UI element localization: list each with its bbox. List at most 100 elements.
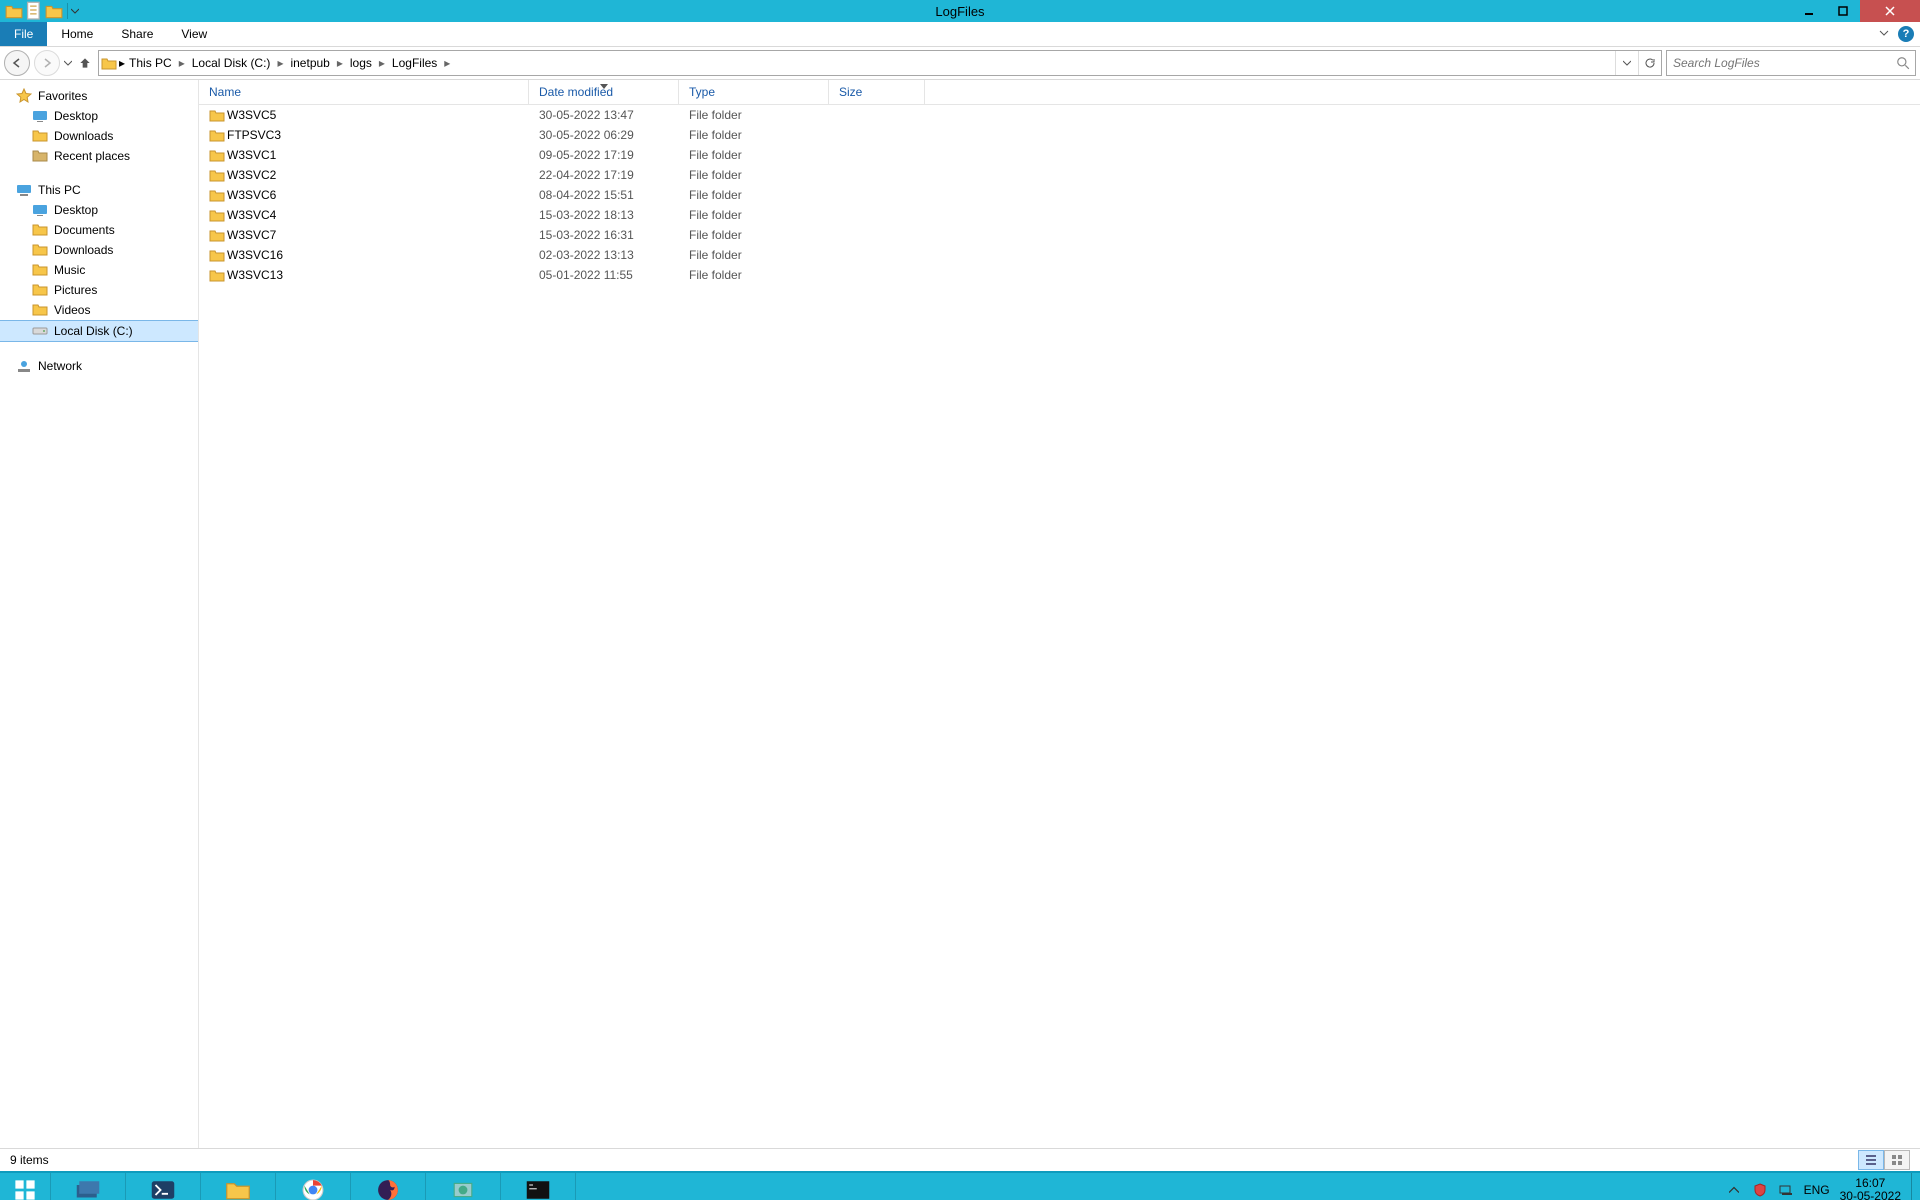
- tray-security-icon[interactable]: [1752, 1182, 1768, 1198]
- tree-label: Local Disk (C:): [54, 324, 133, 338]
- file-tab[interactable]: File: [0, 22, 47, 46]
- tree-item-desktop[interactable]: Desktop: [0, 200, 198, 220]
- file-row[interactable]: FTPSVC330-05-2022 06:29File folder: [199, 125, 1920, 145]
- column-date-modified[interactable]: Date modified: [529, 80, 679, 104]
- folder-icon: [32, 262, 48, 278]
- tree-label: Videos: [54, 303, 90, 317]
- star-icon: [16, 88, 32, 104]
- column-headers: Name Date modified Type Size: [199, 80, 1920, 105]
- file-row[interactable]: W3SVC1602-03-2022 13:13File folder: [199, 245, 1920, 265]
- start-button[interactable]: [0, 1173, 51, 1200]
- file-type: File folder: [689, 268, 839, 282]
- minimize-button[interactable]: [1792, 0, 1826, 22]
- maximize-button[interactable]: [1826, 0, 1860, 22]
- tray-clock[interactable]: 16:07 30-05-2022: [1840, 1177, 1901, 1200]
- file-type: File folder: [689, 228, 839, 242]
- show-desktop-button[interactable]: [1911, 1173, 1920, 1200]
- file-row[interactable]: W3SVC608-04-2022 15:51File folder: [199, 185, 1920, 205]
- taskbar-cmd[interactable]: [501, 1173, 576, 1200]
- new-doc-icon[interactable]: [25, 2, 43, 20]
- search-box[interactable]: [1666, 50, 1916, 76]
- tree-item-downloads[interactable]: Downloads: [0, 240, 198, 260]
- column-size[interactable]: Size: [829, 80, 925, 104]
- tree-item-local-disk-c[interactable]: Local Disk (C:): [0, 320, 198, 342]
- folder-icon: [209, 148, 227, 162]
- address-history-icon[interactable]: [1615, 51, 1638, 75]
- column-name[interactable]: Name: [199, 80, 529, 104]
- chevron-right-icon[interactable]: ▸: [334, 56, 346, 70]
- chevron-right-icon[interactable]: ▸: [274, 56, 286, 70]
- file-type: File folder: [689, 248, 839, 262]
- tray-chevron-icon[interactable]: [1726, 1182, 1742, 1198]
- tree-item-videos[interactable]: Videos: [0, 300, 198, 320]
- search-icon[interactable]: [1891, 56, 1915, 70]
- taskbar-chrome[interactable]: [276, 1173, 351, 1200]
- column-type[interactable]: Type: [679, 80, 829, 104]
- file-row[interactable]: W3SVC109-05-2022 17:19File folder: [199, 145, 1920, 165]
- nav-bar: ▸ This PC▸ Local Disk (C:)▸ inetpub▸ log…: [0, 47, 1920, 80]
- taskbar-iis[interactable]: [426, 1173, 501, 1200]
- taskbar-server-manager[interactable]: [51, 1173, 126, 1200]
- file-name: W3SVC2: [227, 168, 539, 182]
- thumbnails-view-button[interactable]: [1884, 1150, 1910, 1170]
- tray-language[interactable]: ENG: [1804, 1183, 1830, 1197]
- ribbon: File Home Share View ?: [0, 22, 1920, 47]
- refresh-icon[interactable]: [1638, 51, 1661, 75]
- file-row[interactable]: W3SVC1305-01-2022 11:55File folder: [199, 265, 1920, 285]
- file-row[interactable]: W3SVC415-03-2022 18:13File folder: [199, 205, 1920, 225]
- folder-icon: [209, 228, 227, 242]
- tree-item-music[interactable]: Music: [0, 260, 198, 280]
- file-row[interactable]: W3SVC530-05-2022 13:47File folder: [199, 105, 1920, 125]
- file-name: FTPSVC3: [227, 128, 539, 142]
- file-row[interactable]: W3SVC222-04-2022 17:19File folder: [199, 165, 1920, 185]
- tray-network-icon[interactable]: [1778, 1182, 1794, 1198]
- tree-this-pc[interactable]: This PC: [0, 180, 198, 200]
- tree-item-desktop[interactable]: Desktop: [0, 106, 198, 126]
- breadcrumb-item[interactable]: This PC▸: [125, 51, 188, 75]
- folder-icon: [5, 2, 23, 20]
- back-button[interactable]: [4, 50, 30, 76]
- file-name: W3SVC13: [227, 268, 539, 282]
- view-tab[interactable]: View: [167, 22, 221, 46]
- taskbar-firefox[interactable]: [351, 1173, 426, 1200]
- file-row[interactable]: W3SVC715-03-2022 16:31File folder: [199, 225, 1920, 245]
- address-bar[interactable]: ▸ This PC▸ Local Disk (C:)▸ inetpub▸ log…: [98, 50, 1662, 76]
- tree-item-pictures[interactable]: Pictures: [0, 280, 198, 300]
- search-input[interactable]: [1667, 56, 1891, 70]
- close-button[interactable]: [1860, 0, 1920, 22]
- tree-favorites[interactable]: Favorites: [0, 86, 198, 106]
- chevron-right-icon[interactable]: ▸: [376, 56, 388, 70]
- tree-label: This PC: [38, 183, 81, 197]
- file-name: W3SVC16: [227, 248, 539, 262]
- tree-network[interactable]: Network: [0, 356, 198, 376]
- file-date: 30-05-2022 13:47: [539, 108, 689, 122]
- chevron-right-icon[interactable]: ▸: [176, 56, 188, 70]
- properties-icon[interactable]: [45, 2, 63, 20]
- folder-icon: [32, 302, 48, 318]
- recent-locations-icon[interactable]: [64, 56, 72, 70]
- breadcrumb-item[interactable]: inetpub▸: [286, 51, 345, 75]
- breadcrumb-item[interactable]: LogFiles▸: [388, 51, 453, 75]
- item-count: 9 items: [10, 1153, 49, 1167]
- up-button[interactable]: [76, 53, 94, 73]
- breadcrumb-item[interactable]: Local Disk (C:)▸: [188, 51, 287, 75]
- breadcrumb-item[interactable]: logs▸: [346, 51, 388, 75]
- qat-dropdown-icon[interactable]: [71, 4, 79, 18]
- forward-button[interactable]: [34, 50, 60, 76]
- taskbar-powershell[interactable]: [126, 1173, 201, 1200]
- tree-item-documents[interactable]: Documents: [0, 220, 198, 240]
- share-tab[interactable]: Share: [107, 22, 167, 46]
- window-buttons: [1792, 0, 1920, 22]
- tree-item-downloads[interactable]: Downloads: [0, 126, 198, 146]
- chevron-right-icon[interactable]: ▸: [441, 56, 453, 70]
- taskbar-file-explorer[interactable]: [201, 1173, 276, 1200]
- help-icon[interactable]: ?: [1898, 26, 1914, 42]
- tree-label: Recent places: [54, 149, 130, 163]
- ribbon-expand-icon[interactable]: [1878, 27, 1890, 42]
- tree-item-recent-places[interactable]: Recent places: [0, 146, 198, 166]
- home-tab[interactable]: Home: [47, 22, 107, 46]
- file-date: 15-03-2022 18:13: [539, 208, 689, 222]
- details-view-button[interactable]: [1858, 1150, 1884, 1170]
- computer-icon: [16, 182, 32, 198]
- file-date: 08-04-2022 15:51: [539, 188, 689, 202]
